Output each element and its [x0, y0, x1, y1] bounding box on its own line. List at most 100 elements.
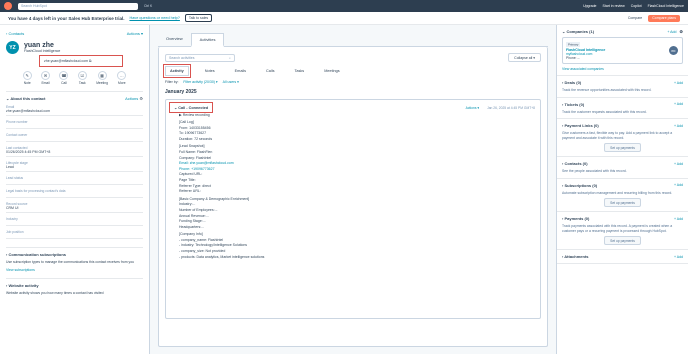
add-association-button[interactable]: + Add: [674, 162, 683, 166]
set-up-payments-button[interactable]: Set up payments: [604, 236, 641, 245]
compare-plans-button[interactable]: Compare plans: [648, 14, 680, 22]
companies-toggle[interactable]: ⌄ Companies (1): [562, 29, 594, 34]
property-value[interactable]: [6, 124, 143, 129]
view-companies-link[interactable]: View associated companies: [562, 67, 683, 71]
compare-link[interactable]: Compare: [628, 16, 642, 20]
more-icon: …: [117, 71, 127, 80]
view-subscriptions-link[interactable]: View subscriptions: [6, 268, 143, 272]
property-value[interactable]: [6, 234, 143, 239]
set-up-payments-button[interactable]: Set up payments: [604, 198, 641, 207]
property-value[interactable]: [6, 221, 143, 226]
filter-activity-dropdown[interactable]: Filter activity (20/30) ▾: [183, 80, 217, 84]
company-avatar: FC: [669, 46, 678, 55]
review-mode-link[interactable]: Start in review: [603, 4, 625, 8]
call-log-line: - products: Data analytics, Market intel…: [179, 254, 265, 259]
copy-icon[interactable]: ⧉: [89, 59, 92, 63]
section-toggle[interactable]: › Tickets (0): [562, 102, 584, 107]
section-toggle[interactable]: › Payment Links (0): [562, 123, 599, 128]
section-description: Track the revenue opportunities associat…: [562, 88, 652, 92]
section-toggle[interactable]: › Subscriptions (0): [562, 183, 597, 188]
activity-subtabs: Activity Notes Emails Calls Tasks Meetin…: [159, 62, 547, 80]
property-field: Phone number: [6, 120, 143, 129]
contact-avatar[interactable]: YZ: [6, 41, 19, 54]
add-company-button[interactable]: + Add: [667, 30, 676, 34]
meeting-label: Meeting: [96, 81, 108, 85]
section-toggle[interactable]: › Deals (0): [562, 80, 581, 85]
section-toggle[interactable]: › Contacts (0): [562, 161, 588, 166]
play-icon: ▶: [179, 113, 182, 117]
add-association-button[interactable]: + Add: [674, 217, 683, 221]
add-association-button[interactable]: + Add: [674, 102, 683, 106]
collapse-all-button[interactable]: Collapse all ▾: [508, 53, 541, 62]
meeting-button[interactable]: ▦ Meeting: [96, 71, 108, 85]
note-button[interactable]: ✎ Note: [22, 71, 32, 85]
more-button[interactable]: … More: [117, 71, 127, 85]
property-field: Lifecycle stage Lead: [6, 161, 143, 172]
task-button[interactable]: ☑ Task: [77, 71, 87, 85]
note-icon: ✎: [22, 71, 32, 80]
set-up-payments-button[interactable]: Set up payments: [604, 143, 641, 152]
copilot-button[interactable]: Copilot: [631, 4, 642, 8]
section-toggle[interactable]: › Payments (0): [562, 216, 589, 221]
about-actions-menu[interactable]: Actions ⚙: [125, 96, 143, 101]
association-section: › Payments (0) + Add Track payments associ…: [557, 212, 688, 250]
review-label: Review recording: [182, 113, 210, 117]
add-association-button[interactable]: + Add: [674, 255, 683, 259]
account-menu[interactable]: FlashCloud Intelligence: [648, 4, 684, 8]
web-description: Website activity shows you how many time…: [6, 290, 104, 295]
subtab-emails[interactable]: Emails: [231, 67, 250, 75]
contact-company: FlashCloud Intelligence: [24, 49, 61, 53]
call-actions-label: Actions: [465, 105, 477, 110]
subtab-notes[interactable]: Notes: [201, 67, 219, 75]
talk-to-sales-button[interactable]: Talk to sales: [184, 14, 213, 22]
web-title: Website activity: [8, 282, 39, 288]
property-value[interactable]: [6, 180, 143, 185]
subtab-tasks[interactable]: Tasks: [291, 67, 309, 75]
task-icon: ☑: [77, 71, 87, 80]
filter-users-dropdown[interactable]: All users ▾: [223, 80, 239, 84]
associations-sidebar: ⌄ Companies (1) + Add ⚙ Primary FlashCloud…: [556, 25, 688, 354]
comm-section-toggle[interactable]: › Communication subscriptions: [6, 252, 143, 257]
subtab-calls[interactable]: Calls: [262, 67, 278, 75]
record-tabs: Overview Activities: [158, 33, 548, 47]
upgrade-link[interactable]: Upgrade: [583, 4, 596, 8]
section-toggle[interactable]: › Attachments: [562, 254, 589, 259]
call-button[interactable]: ☎ Call: [59, 71, 69, 85]
contact-actions-menu[interactable]: Actions ▾: [127, 31, 143, 36]
property-value[interactable]: CRM UI: [6, 206, 143, 213]
property-value[interactable]: zhe.yuan@mflashcloud.com: [6, 109, 143, 116]
property-value[interactable]: Lead: [6, 165, 143, 172]
property-value[interactable]: [6, 193, 143, 198]
association-section: › Payment Links (0) + Add Give customers a…: [557, 119, 688, 157]
search-shortcut-hint: Ctrl K: [144, 4, 153, 8]
global-search-input[interactable]: Search HubSpot: [18, 2, 138, 10]
filter-users-label: All users: [222, 80, 237, 84]
review-recording-link[interactable]: ▶ Review recording: [179, 113, 535, 117]
contact-email-box[interactable]: zhe.yuan@mflashcloud.com ⧉: [39, 55, 123, 67]
help-link[interactable]: Have questions or need help?: [129, 16, 179, 20]
property-value[interactable]: 01/26/2025 4:45 PM GMT+8: [6, 150, 143, 157]
call-expand-toggle[interactable]: ⌄ Call - Connected: [168, 102, 214, 113]
property-field: Contact owner: [6, 133, 143, 142]
settings-icon[interactable]: ⚙: [679, 29, 683, 34]
section-description: Track the customer requests associated w…: [562, 109, 647, 114]
add-association-button[interactable]: + Add: [674, 183, 683, 187]
call-title: Call - Connected: [178, 106, 209, 110]
subtab-meetings[interactable]: Meetings: [320, 67, 343, 75]
subtab-activity[interactable]: Activity: [163, 64, 191, 78]
call-timestamp: Jan 26, 2025 at 4:45 PM GMT+8: [487, 105, 535, 110]
property-value[interactable]: [6, 137, 143, 142]
activity-search-input[interactable]: Search activities ⌕: [165, 53, 235, 62]
email-button[interactable]: ✉ Email: [41, 71, 51, 85]
about-section-toggle[interactable]: ⌄ About this contact: [6, 96, 45, 101]
tab-activities[interactable]: Activities: [190, 33, 225, 47]
actions-label: Actions: [126, 31, 140, 36]
call-actions-menu[interactable]: Actions ▾: [466, 106, 479, 110]
add-association-button[interactable]: + Add: [674, 124, 683, 128]
section-title: Payments (0): [564, 216, 590, 221]
hubspot-logo-icon[interactable]: [4, 2, 12, 10]
add-association-button[interactable]: + Add: [674, 81, 683, 85]
website-activity-toggle[interactable]: › Website activity: [6, 283, 143, 288]
tab-overview[interactable]: Overview: [158, 33, 191, 46]
back-to-contacts-link[interactable]: ‹ Contacts: [6, 31, 24, 36]
